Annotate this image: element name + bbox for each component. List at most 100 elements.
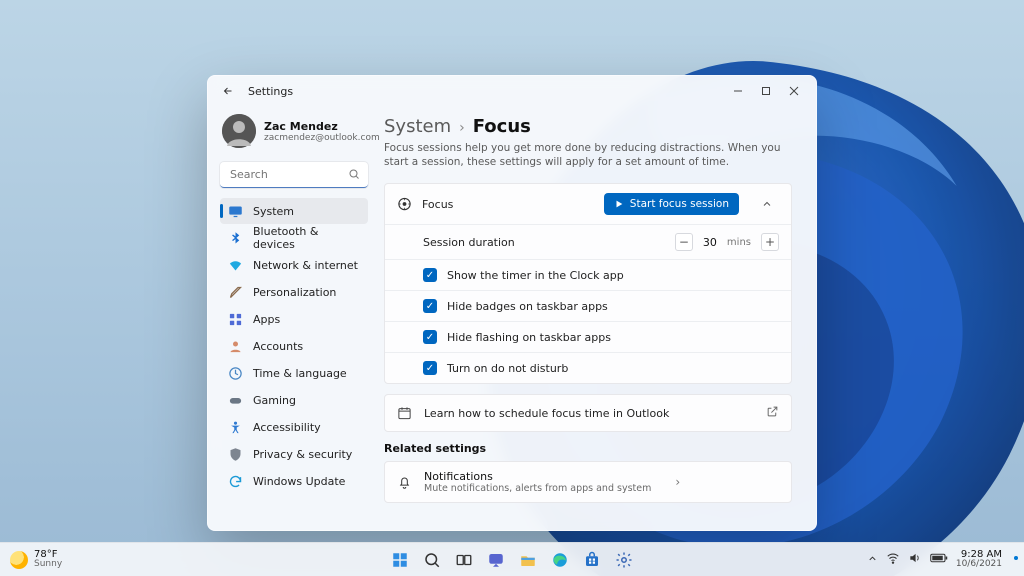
bell-icon [397, 475, 412, 490]
wifi-tray-icon [886, 551, 900, 568]
notifications-subtitle: Mute notifications, alerts from apps and… [424, 483, 651, 494]
sidebar: Zac Mendez zacmendez@outlook.com System … [208, 106, 376, 530]
breadcrumb-parent[interactable]: System [384, 116, 451, 137]
duration-decrease-button[interactable]: − [675, 233, 693, 251]
user-email: zacmendez@outlook.com [264, 133, 380, 143]
page-description: Focus sessions help you get more done by… [384, 141, 792, 169]
wifi-icon [228, 258, 243, 273]
sidebar-item-accounts[interactable]: Accounts [220, 333, 368, 359]
chevron-up-icon [867, 553, 878, 567]
calendar-icon [397, 406, 412, 421]
chevron-right-icon: › [675, 475, 680, 489]
main-pane: System › Focus Focus sessions help you g… [376, 106, 816, 530]
taskbar-app-store[interactable] [578, 546, 606, 574]
taskbar-clock[interactable]: 9:28 AM 10/6/2021 [956, 550, 1002, 570]
start-button[interactable] [386, 546, 414, 574]
taskbar-app-settings[interactable] [610, 546, 638, 574]
window-close-button[interactable] [780, 80, 808, 102]
sidebar-item-accessibility[interactable]: Accessibility [220, 414, 368, 440]
shield-icon [228, 447, 243, 462]
window-maximize-button[interactable] [752, 80, 780, 102]
sidebar-item-label: Accounts [253, 340, 303, 353]
sidebar-item-system[interactable]: System [220, 198, 368, 224]
sidebar-item-personalization[interactable]: Personalization [220, 279, 368, 305]
sidebar-item-label: System [253, 205, 294, 218]
duration-increase-button[interactable]: + [761, 233, 779, 251]
sidebar-item-label: Apps [253, 313, 280, 326]
focus-icon [397, 197, 412, 212]
accessibility-icon [228, 420, 243, 435]
taskbar-app-explorer[interactable] [514, 546, 542, 574]
system-tray[interactable] [867, 551, 948, 568]
play-icon [614, 199, 624, 209]
option-show-timer[interactable]: ✓ Show the timer in the Clock app [385, 259, 791, 290]
notification-indicator-icon[interactable] [1014, 556, 1018, 560]
collapse-toggle[interactable] [755, 192, 779, 216]
checkbox-checked-icon: ✓ [423, 330, 437, 344]
sidebar-item-label: Gaming [253, 394, 296, 407]
taskbar-weather[interactable]: 78°F Sunny [10, 550, 62, 569]
sidebar-item-label: Network & internet [253, 259, 358, 272]
user-profile[interactable]: Zac Mendez zacmendez@outlook.com [220, 110, 368, 156]
titlebar: Settings [208, 76, 816, 106]
sidebar-item-label: Time & language [253, 367, 347, 380]
sidebar-item-windows-update[interactable]: Windows Update [220, 468, 368, 494]
open-external-icon [766, 405, 779, 421]
update-icon [228, 474, 243, 489]
start-focus-session-button[interactable]: Start focus session [604, 193, 739, 215]
nav-list: System Bluetooth & devices Network & int… [220, 198, 368, 494]
sidebar-item-label: Privacy & security [253, 448, 352, 461]
related-settings-heading: Related settings [384, 442, 792, 455]
breadcrumb: System › Focus [384, 116, 792, 137]
sidebar-item-apps[interactable]: Apps [220, 306, 368, 332]
page-title: Focus [473, 116, 531, 137]
battery-tray-icon [930, 552, 948, 567]
duration-unit: mins [727, 237, 751, 248]
taskbar-search-button[interactable] [418, 546, 446, 574]
search-box [220, 162, 368, 188]
gamepad-icon [228, 393, 243, 408]
outlook-link-label: Learn how to schedule focus time in Outl… [424, 407, 669, 420]
chevron-right-icon: › [459, 120, 465, 136]
sidebar-item-privacy[interactable]: Privacy & security [220, 441, 368, 467]
bluetooth-icon [228, 231, 243, 246]
sidebar-item-label: Windows Update [253, 475, 345, 488]
sidebar-item-network[interactable]: Network & internet [220, 252, 368, 278]
option-label: Turn on do not disturb [447, 362, 568, 375]
outlook-link-card[interactable]: Learn how to schedule focus time in Outl… [384, 394, 792, 432]
focus-header-label: Focus [422, 198, 453, 211]
apps-icon [228, 312, 243, 327]
settings-window: Settings Zac Mendez zacmendez@outlook.c [207, 75, 817, 531]
volume-tray-icon [908, 551, 922, 568]
option-label: Hide flashing on taskbar apps [447, 331, 611, 344]
task-view-button[interactable] [450, 546, 478, 574]
notifications-card[interactable]: Notifications Mute notifications, alerts… [384, 461, 792, 503]
weather-cond: Sunny [34, 560, 62, 569]
sidebar-item-bluetooth[interactable]: Bluetooth & devices [220, 225, 368, 251]
option-hide-badges[interactable]: ✓ Hide badges on taskbar apps [385, 290, 791, 321]
brush-icon [228, 285, 243, 300]
option-do-not-disturb[interactable]: ✓ Turn on do not disturb [385, 352, 791, 383]
start-focus-session-label: Start focus session [630, 198, 729, 210]
taskbar-app-edge[interactable] [546, 546, 574, 574]
back-button[interactable] [218, 81, 238, 101]
option-label: Hide badges on taskbar apps [447, 300, 608, 313]
sun-icon [10, 551, 28, 569]
option-hide-flashing[interactable]: ✓ Hide flashing on taskbar apps [385, 321, 791, 352]
option-label: Show the timer in the Clock app [447, 269, 624, 282]
sidebar-item-label: Bluetooth & devices [253, 225, 360, 251]
avatar [222, 114, 256, 148]
sidebar-item-gaming[interactable]: Gaming [220, 387, 368, 413]
display-icon [228, 204, 243, 219]
taskbar: 78°F Sunny [0, 542, 1024, 576]
search-input[interactable] [220, 162, 368, 188]
sidebar-item-label: Personalization [253, 286, 336, 299]
sidebar-item-time-language[interactable]: Time & language [220, 360, 368, 386]
search-icon [348, 168, 360, 183]
notifications-title: Notifications [424, 470, 651, 483]
user-name: Zac Mendez [264, 120, 380, 133]
checkbox-checked-icon: ✓ [423, 268, 437, 282]
checkbox-checked-icon: ✓ [423, 361, 437, 375]
taskbar-app-chat[interactable] [482, 546, 510, 574]
window-minimize-button[interactable] [724, 80, 752, 102]
